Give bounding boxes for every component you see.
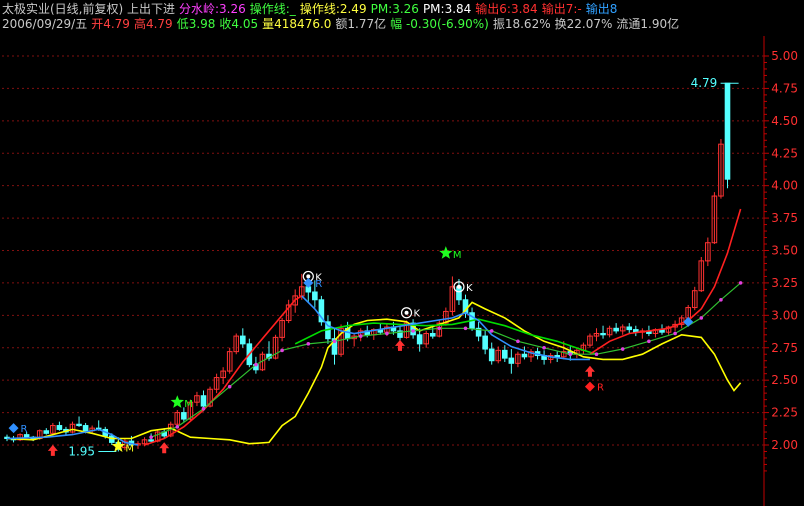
star-marker-label-4: M xyxy=(453,250,462,261)
r-diamond-label-9: R xyxy=(315,279,322,290)
dotted-line-dot-5 xyxy=(280,348,284,353)
dotted-line-dot-14 xyxy=(516,339,520,344)
candle-body-47 xyxy=(312,291,318,301)
y-tick-label-8: 4.00 xyxy=(771,179,798,193)
y-tick-label-2: 2.50 xyxy=(771,373,798,387)
candle-body-8 xyxy=(56,425,63,430)
price-label-0: 4.79 xyxy=(691,76,718,90)
star-marker-label-2: M xyxy=(184,399,193,410)
dotted-line-dot-4 xyxy=(254,362,258,367)
y-tick-label-0: 2.00 xyxy=(771,438,798,452)
y-tick-label-3: 2.75 xyxy=(771,341,798,355)
dotted-line-dot-10 xyxy=(411,329,415,333)
star-marker-2 xyxy=(170,395,184,408)
candle-body-63 xyxy=(416,334,423,345)
up-arrow-14 xyxy=(395,339,405,351)
dotted-line-dot-22 xyxy=(719,297,723,302)
dotted-line-dot-2 xyxy=(201,406,206,411)
candle-body-6 xyxy=(43,430,50,434)
up-arrow-12 xyxy=(47,444,58,456)
candle-body-93 xyxy=(613,327,619,332)
y-tick-label-6: 3.50 xyxy=(771,244,798,258)
candle-body-65 xyxy=(429,332,436,337)
y-tick-label-1: 2.25 xyxy=(771,406,798,420)
y-tick-label-11: 4.75 xyxy=(771,81,798,95)
candle-body-76 xyxy=(502,349,508,359)
k-marker-dot-7 xyxy=(456,284,461,289)
y-tick-label-10: 4.50 xyxy=(771,114,798,128)
dotted-line-dot-12 xyxy=(463,326,468,331)
candle-body-27 xyxy=(181,412,187,420)
y-tick-label-4: 3.00 xyxy=(771,308,798,322)
dotted-line-dot-0 xyxy=(149,435,153,440)
r-diamond-10 xyxy=(584,381,595,392)
y-tick-label-5: 3.25 xyxy=(771,276,798,290)
y-tick-label-7: 3.75 xyxy=(771,211,798,225)
dotted-line-dot-6 xyxy=(306,342,311,346)
up-arrow-13 xyxy=(159,442,170,454)
candle-body-95 xyxy=(626,326,633,331)
dotted-line-dot-3 xyxy=(227,384,232,389)
candle-body-73 xyxy=(482,335,488,350)
dotted-line-base xyxy=(150,282,741,438)
candle-body-79 xyxy=(521,353,528,358)
up-arrow-15 xyxy=(584,365,595,377)
dotted-line-dot-1 xyxy=(175,425,180,429)
r-diamond-label-10: R xyxy=(597,383,604,394)
k-marker-label-7: K xyxy=(466,283,473,294)
candle-body-12 xyxy=(82,425,89,432)
dotted-line-dot-7 xyxy=(332,339,337,344)
y-tick-label-9: 4.25 xyxy=(771,146,798,160)
dotted-line-dot-9 xyxy=(385,331,389,336)
k-marker-dot-5 xyxy=(306,274,311,279)
r-diamond-label-8: R xyxy=(21,424,28,435)
dotted-line-dot-13 xyxy=(489,329,494,333)
star-marker-label-3: M xyxy=(125,443,134,454)
dotted-line-dot-21 xyxy=(699,316,704,320)
dotted-line-dot-8 xyxy=(358,334,363,338)
dotted-line-dot-23 xyxy=(738,281,743,285)
dotted-line-dot-19 xyxy=(647,339,651,344)
dotted-line-dot-15 xyxy=(542,345,546,350)
candle-body-22 xyxy=(148,439,154,442)
dotted-line-dot-20 xyxy=(673,331,677,336)
candle-body-74 xyxy=(488,348,495,362)
dotted-line-dot-16 xyxy=(568,352,573,357)
candlestick-chart[interactable]: 2.00 2.25 2.50 2.75 3.00 3.25 3.50 3.75 4.00 4.25… xyxy=(0,0,804,506)
candle-body-11 xyxy=(76,423,82,427)
blue-line-seg-2 xyxy=(301,295,590,361)
candle-body-77 xyxy=(508,357,515,364)
dotted-line-dot-17 xyxy=(594,352,599,357)
candle-body-30 xyxy=(200,395,207,407)
r-diamond-8 xyxy=(8,423,19,434)
k-marker-dot-6 xyxy=(404,310,409,315)
k-marker-label-6: K xyxy=(414,309,421,320)
candle-body-84 xyxy=(554,355,561,358)
red-line-seg-2 xyxy=(589,208,742,355)
candle-body-110 xyxy=(724,82,731,180)
candle-body-36 xyxy=(240,335,246,345)
candle-body-91 xyxy=(600,332,606,336)
y-tick-label-12: 5.00 xyxy=(771,49,798,63)
star-marker-4 xyxy=(439,246,453,259)
dotted-line-dot-18 xyxy=(620,347,625,351)
dotted-line-dot-11 xyxy=(437,326,442,331)
price-label-1: 1.95 xyxy=(68,444,95,458)
